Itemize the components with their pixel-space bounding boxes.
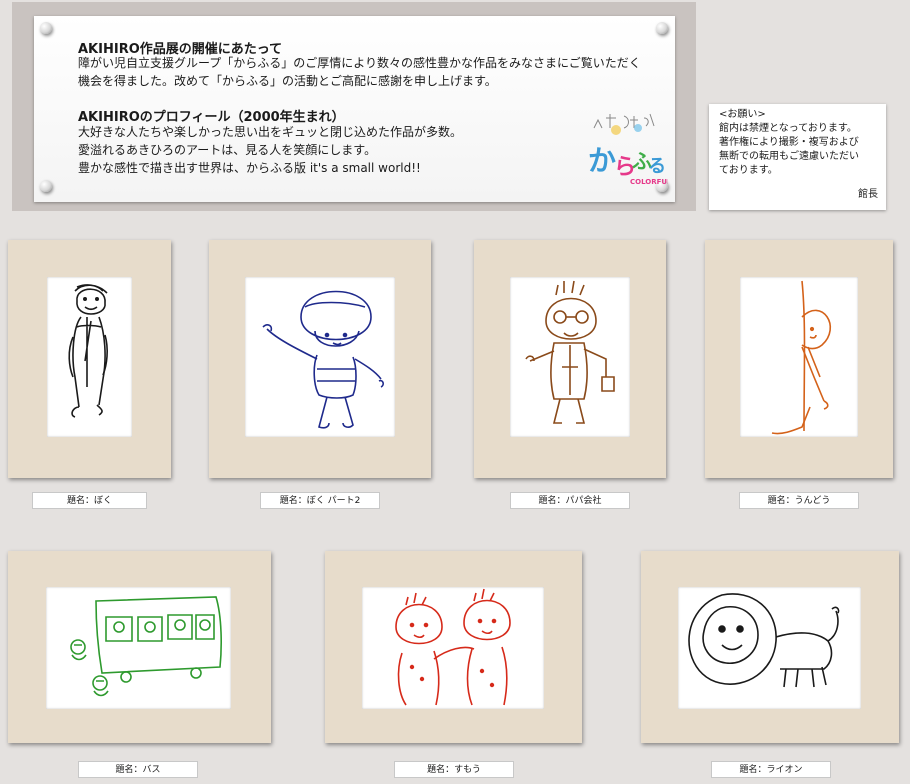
profile-text-line: 豊かな感性で描き出す世界は、からふる版 it's a small world!! <box>78 161 421 175</box>
notice-line: 著作権により撮影・複写および <box>719 137 859 148</box>
intro-text-line: 障がい児自立支援グループ「からふる」のご厚情により数々の感性豊かな作品をみなさま… <box>78 56 641 70</box>
notice-signature: 館長 <box>858 189 878 200</box>
artwork-title: 題名：ぼく <box>32 492 147 509</box>
artwork-boku <box>47 277 132 437</box>
artwork-frame-bus: 題名：バス <box>8 551 271 778</box>
artwork-bus <box>46 587 231 709</box>
svg-text:COLORFUL: COLORFUL <box>630 178 668 186</box>
notice-line: 館内は禁煙となっております。 <box>719 123 857 134</box>
artwork-frame-boku: 題名：ぼく <box>8 240 171 509</box>
svg-text:る: る <box>648 156 666 177</box>
notice-card: <お願い> 館内は禁煙となっております。 著作権により撮影・複写および 無断での… <box>709 104 886 210</box>
artwork-frame-papa-kaisha: 題名：パパ会社 <box>474 240 666 509</box>
notice-line: ております。 <box>719 165 778 176</box>
pin-icon <box>656 22 668 34</box>
profile-text-line: 愛溢れるあきひろのアートは、見る人を笑顔にします。 <box>78 143 377 157</box>
artwork-papa-kaisha <box>510 277 630 437</box>
colorful-logo: か ら ふ る COLORFUL <box>586 108 672 190</box>
artwork-frame-sumou: 題名：すもう <box>325 551 582 778</box>
pin-icon <box>40 180 52 192</box>
artwork-title: 題名：パパ会社 <box>510 492 630 509</box>
artwork-boku-part2 <box>245 277 395 437</box>
artwork-title: 題名：ライオン <box>711 761 831 778</box>
artwork-lion <box>678 587 861 709</box>
artwork-title: 題名：バス <box>78 761 198 778</box>
intro-board: AKIHIRO作品展の開催にあたって 障がい児自立支援グループ「からふる」のご厚… <box>12 2 696 211</box>
artwork-frame-lion: 題名：ライオン <box>641 551 899 778</box>
pin-icon <box>40 22 52 34</box>
svg-text:か: か <box>588 144 616 177</box>
profile-text-line: 大好きな人たちや楽しかった思い出をギュッと閉じ込めた作品が多数。 <box>78 125 463 139</box>
artwork-title: 題名：すもう <box>394 761 514 778</box>
artwork-title: 題名：うんどう <box>739 492 859 509</box>
artwork-frame-undou: 題名：うんどう <box>705 240 893 509</box>
artwork-sumou <box>362 587 544 709</box>
notice-line: 無断での転用もご遠慮いただい <box>719 151 859 162</box>
artwork-undou <box>740 277 858 437</box>
artwork-frame-boku-part2: 題名：ぼく パート2 <box>209 240 431 509</box>
artwork-title: 題名：ぼく パート2 <box>260 492 380 509</box>
intro-text-line: 機会を得ました。改めて「からふる」の活動とご高配に感謝を申し上げます。 <box>78 74 497 88</box>
notice-line: <お願い> <box>719 109 766 120</box>
intro-panel: AKIHIRO作品展の開催にあたって 障がい児自立支援グループ「からふる」のご厚… <box>34 16 675 202</box>
